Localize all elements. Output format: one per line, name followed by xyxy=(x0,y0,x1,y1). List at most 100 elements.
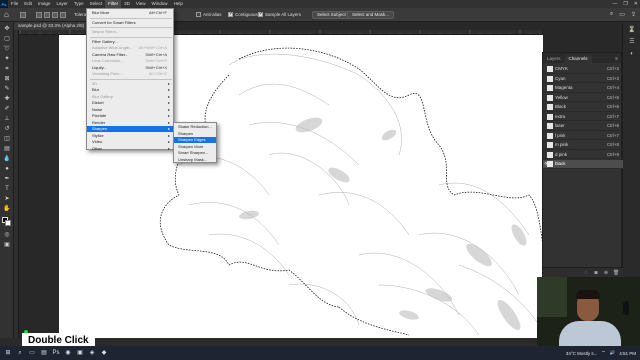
app-icon-2[interactable]: ◈ xyxy=(88,349,96,357)
crop-tool-icon[interactable]: ⌗ xyxy=(3,66,11,73)
new-selection-icon[interactable] xyxy=(36,12,42,18)
volume-icon[interactable]: 🔊 xyxy=(610,350,616,356)
workspace-icon[interactable]: ▭ xyxy=(619,11,625,18)
menu-filter[interactable]: Filter xyxy=(105,0,122,8)
sharpen-menu-item-sharpen-edges[interactable]: Sharpen Edges xyxy=(174,137,216,143)
filter-menu-item-filter-gallery[interactable]: Filter Gallery... xyxy=(87,39,173,45)
minimize-icon[interactable]: — xyxy=(612,1,617,7)
intersect-selection-icon[interactable] xyxy=(60,12,66,18)
contiguous-checkbox[interactable] xyxy=(228,11,233,17)
brush-tool-icon[interactable]: ✐ xyxy=(3,106,11,113)
filter-menu-item-lens-correction[interactable]: Lens Correction... Shift+Ctrl+R xyxy=(87,58,173,64)
subtract-selection-icon[interactable] xyxy=(52,12,58,18)
menu-help[interactable]: Help xyxy=(171,0,186,8)
screen-mode-icon[interactable]: ▣ xyxy=(3,242,11,249)
sharpen-menu-item-unsharp-mask[interactable]: Unsharp Mask... xyxy=(174,157,216,163)
dodge-tool-icon[interactable]: ● xyxy=(3,166,11,173)
gradient-tool-icon[interactable]: ▤ xyxy=(3,146,11,153)
menu-edit[interactable]: Edit xyxy=(21,0,35,8)
channel-row[interactable]: Cyan Ctrl+3 xyxy=(543,75,623,83)
app-icon[interactable]: ▣ xyxy=(76,349,84,357)
filter-menu-item-camera-raw-filter[interactable]: Camera Raw Filter... Shift+Ctrl+A xyxy=(87,52,173,58)
move-tool-icon[interactable]: ✥ xyxy=(3,26,11,33)
eyedropper-tool-icon[interactable]: ✎ xyxy=(3,86,11,93)
restore-icon[interactable]: ❐ xyxy=(623,1,627,7)
taskbar-search-icon[interactable]: ⌕ xyxy=(16,349,24,357)
channel-row[interactable]: l pink Ctrl+7 xyxy=(543,132,623,140)
menu-3d[interactable]: 3D xyxy=(121,0,133,8)
filter-menu-item-stylize[interactable]: Stylize ▸ xyxy=(87,133,173,139)
properties-panel-icon[interactable]: ☰ xyxy=(628,38,636,46)
filter-menu-item-vanishing-point[interactable]: Vanishing Point... Alt+Ctrl+V xyxy=(87,71,173,77)
sharpen-menu-item-sharpen[interactable]: Sharpen xyxy=(174,131,216,137)
type-tool-icon[interactable]: T xyxy=(3,186,11,193)
load-selection-icon[interactable]: ◌ xyxy=(583,270,589,276)
menu-file[interactable]: File xyxy=(8,0,21,8)
channel-row[interactable]: 👁black xyxy=(543,160,623,169)
photoshop-taskbar-icon[interactable]: Ps xyxy=(52,349,60,357)
filter-menu-item-convert-for-smart-filters[interactable]: Convert for Smart Filters xyxy=(87,20,173,26)
anti-alias-option[interactable]: Anti-alias xyxy=(196,12,222,17)
sharpen-menu-item-sharpen-more[interactable]: Sharpen More xyxy=(174,144,216,150)
blur-tool-icon[interactable]: 💧 xyxy=(3,156,11,163)
filter-menu-item-blur[interactable]: Blur ▸ xyxy=(87,87,173,93)
background-color-swatch[interactable] xyxy=(5,220,11,226)
channel-row[interactable]: extra Ctrl+7 xyxy=(543,113,623,121)
menu-view[interactable]: View xyxy=(133,0,149,8)
document-tab[interactable]: sample.psd @ 33.3% (Alpha 2/8) × xyxy=(14,22,97,30)
tab-channels[interactable]: Channels xyxy=(564,55,592,63)
filter-menu-item-other[interactable]: Other ▸ xyxy=(87,146,173,152)
channel-row[interactable]: Magenta Ctrl+4 xyxy=(543,84,623,93)
app-icon-3[interactable]: ◆ xyxy=(100,349,108,357)
new-channel-icon[interactable]: ⊕ xyxy=(603,270,609,276)
menu-type[interactable]: Type xyxy=(71,0,87,8)
healing-brush-tool-icon[interactable]: ✚ xyxy=(3,96,11,103)
sample-all-layers-option[interactable]: Sample All Layers xyxy=(258,11,301,17)
filter-menu-item-sharpen[interactable]: Sharpen ▸ xyxy=(87,126,173,132)
sample-all-layers-checkbox[interactable] xyxy=(258,11,263,17)
filter-menu-item-video[interactable]: Video ▸ xyxy=(87,139,173,145)
frame-tool-icon[interactable]: ⊠ xyxy=(3,76,11,83)
filter-menu-item-neural-filters[interactable]: Neural Filters... xyxy=(87,29,173,35)
select-and-mask-button[interactable]: Select and Mask... xyxy=(347,11,395,19)
add-selection-icon[interactable] xyxy=(44,12,50,18)
contiguous-option[interactable]: Contiguous xyxy=(228,11,258,17)
filter-menu-item-3d[interactable]: 3D ▸ xyxy=(87,81,173,87)
save-selection-icon[interactable]: ◙ xyxy=(593,270,599,276)
channel-row[interactable]: Black Ctrl+6 xyxy=(543,103,623,112)
history-panel-icon[interactable]: ⌛ xyxy=(628,26,636,34)
channel-row[interactable]: CMYK Ctrl+2 xyxy=(543,65,623,74)
menu-select[interactable]: Select xyxy=(87,0,106,8)
anti-alias-checkbox[interactable] xyxy=(196,12,201,17)
sharpen-menu-item-smart-sharpen[interactable]: Smart Sharpen... xyxy=(174,150,216,156)
browser-icon[interactable]: ◉ xyxy=(64,349,72,357)
channel-row[interactable]: Yellow Ctrl+5 xyxy=(543,94,623,102)
home-icon[interactable]: ⌂ xyxy=(4,11,12,19)
channel-row[interactable]: m pink Ctrl+8 xyxy=(543,141,623,150)
lasso-tool-icon[interactable]: ➰ xyxy=(3,46,11,53)
sharpen-menu-item-shake-reduction[interactable]: Shake Reduction... xyxy=(174,124,216,130)
channel-row[interactable]: d pink Ctrl+9 xyxy=(543,151,623,159)
hand-tool-icon[interactable]: ✋ xyxy=(3,206,11,213)
eraser-tool-icon[interactable]: ◫ xyxy=(3,136,11,143)
select-subject-button[interactable]: Select Subject xyxy=(312,11,351,19)
network-icon[interactable]: ⌔ xyxy=(601,350,605,356)
filter-menu-item-distort[interactable]: Distort ▸ xyxy=(87,100,173,106)
task-view-icon[interactable]: ▭ xyxy=(28,349,36,357)
filter-menu-item-blur-more[interactable]: Blur More Alt+Ctrl+F xyxy=(87,10,173,16)
adjustments-panel-icon[interactable]: ◐ xyxy=(628,50,636,58)
filter-menu-item-adaptive-wide-angle[interactable]: Adaptive Wide Angle... Alt+Shift+Ctrl+A xyxy=(87,45,173,51)
search-icon[interactable]: ⌕ xyxy=(610,11,613,18)
share-icon[interactable]: ⇪ xyxy=(631,11,636,18)
explorer-icon[interactable]: ▤ xyxy=(40,349,48,357)
path-selection-tool-icon[interactable]: ➤ xyxy=(3,196,11,203)
menu-window[interactable]: Window xyxy=(149,0,171,8)
filter-menu-item-noise[interactable]: Noise ▸ xyxy=(87,107,173,113)
menu-layer[interactable]: Layer xyxy=(54,0,71,8)
tab-layers[interactable]: Layers xyxy=(543,55,565,63)
filter-menu-item-render[interactable]: Render ▸ xyxy=(87,120,173,126)
quick-mask-icon[interactable]: ◎ xyxy=(3,232,11,239)
menu-image[interactable]: Image xyxy=(35,0,54,8)
close-icon[interactable]: ✕ xyxy=(634,1,638,7)
filter-menu-item-liquify[interactable]: Liquify... Shift+Ctrl+X xyxy=(87,65,173,71)
